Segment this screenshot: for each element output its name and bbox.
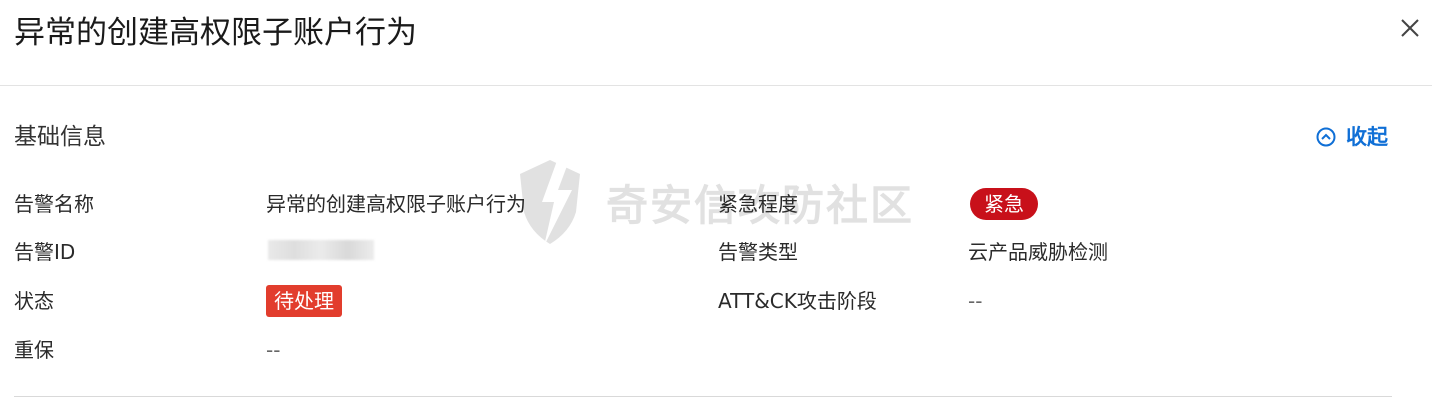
status-label: 状态	[14, 289, 54, 313]
attck-stage-value: --	[968, 289, 983, 313]
alert-name-label: 告警名称	[14, 192, 94, 216]
alert-type-value: 云产品威胁检测	[968, 240, 1108, 264]
status-badge: 待处理	[266, 285, 342, 317]
collapse-label: 收起	[1346, 125, 1388, 149]
severity-label: 紧急程度	[718, 192, 798, 216]
close-icon	[1401, 19, 1419, 37]
section-title: 基础信息	[14, 124, 106, 150]
chevron-up-circle-icon	[1316, 127, 1336, 147]
watermark: 奇安信攻防社区	[514, 152, 914, 252]
alert-detail-panel: 异常的创建高权限子账户行为 基础信息 收起 奇安信攻防社区 告警名称 异常的创建…	[0, 0, 1432, 403]
alert-name-value: 异常的创建高权限子账户行为	[266, 192, 526, 216]
protection-value: --	[266, 338, 281, 362]
page-title: 异常的创建高权限子账户行为	[14, 15, 417, 51]
alert-id-redacted	[268, 240, 374, 260]
close-button[interactable]	[1398, 16, 1422, 40]
attck-stage-label: ATT&CK攻击阶段	[718, 289, 877, 313]
collapse-button[interactable]: 收起	[1316, 121, 1388, 153]
alert-type-label: 告警类型	[718, 240, 798, 264]
section-divider	[14, 396, 1392, 397]
alert-id-label: 告警ID	[14, 240, 76, 264]
protection-label: 重保	[14, 338, 54, 362]
panel-header: 异常的创建高权限子账户行为	[0, 0, 1432, 86]
severity-badge: 紧急	[970, 188, 1038, 220]
